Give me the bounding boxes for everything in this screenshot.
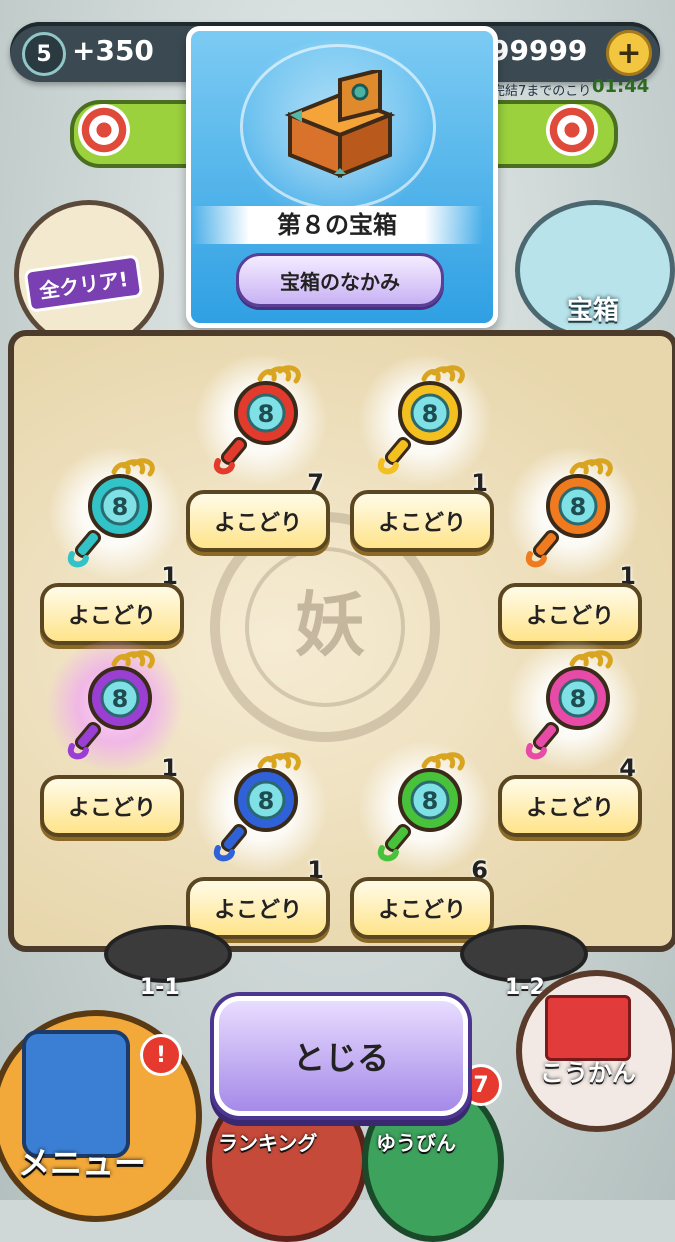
mail-label: ゆうびん: [376, 1131, 456, 1155]
medal-item: 8 1 よこどり: [186, 742, 336, 939]
svg-text:8: 8: [258, 787, 275, 815]
menu-notification-badge: !: [140, 1034, 182, 1076]
target-icon: [546, 104, 598, 156]
key-medal-icon: 8: [67, 650, 155, 760]
key-medal-icon: 8: [377, 365, 465, 475]
medal-item: 8 1 よこどり: [498, 448, 648, 645]
seal-emblem-mark: 妖: [295, 584, 365, 666]
treasure-contents-button[interactable]: 宝箱のなかみ: [236, 253, 444, 307]
ranking-label: ランキング: [218, 1131, 318, 1155]
treasure-chest-label: 宝箱: [567, 296, 620, 326]
treasure-chest-icon: [284, 70, 396, 178]
target-icon: [78, 104, 130, 156]
key-medal-icon: 8: [213, 752, 301, 862]
medal-item: 8 1 よこどり: [350, 355, 500, 552]
svg-text:8: 8: [112, 493, 129, 521]
medal-item: 8 7 よこどり: [186, 355, 336, 552]
svg-text:8: 8: [112, 685, 129, 713]
level-badge: 5: [22, 32, 66, 76]
steal-button[interactable]: よこどり: [40, 583, 184, 645]
add-money-button[interactable]: +: [606, 30, 652, 76]
money-counter: 99999: [490, 34, 588, 67]
steal-button[interactable]: よこどり: [350, 490, 494, 552]
medal-item: 8 1 よこどり: [40, 448, 190, 645]
steal-button[interactable]: よこどり: [498, 583, 642, 645]
treasure-card-title: 第８の宝箱: [277, 211, 397, 239]
close-button[interactable]: とじる: [214, 996, 468, 1116]
exp-gain-text: +350: [72, 34, 154, 67]
stage-node-label: 1-1: [140, 975, 180, 1000]
medal-item: 8 6 よこどり: [350, 742, 500, 939]
svg-text:8: 8: [570, 685, 587, 713]
steal-button[interactable]: よこどり: [350, 877, 494, 939]
timer-value: 01:44: [592, 76, 650, 97]
timer-label: 完結7までのこり: [492, 84, 592, 99]
menu-label: メニュー: [18, 1144, 147, 1182]
medal-item: 8 1 よこどり: [40, 640, 190, 837]
key-medal-icon: 8: [67, 458, 155, 568]
gift-box-icon: [545, 995, 631, 1061]
steal-button[interactable]: よこどり: [40, 775, 184, 837]
key-medal-icon: 8: [213, 365, 301, 475]
steal-button[interactable]: よこどり: [186, 877, 330, 939]
key-medal-icon: 8: [525, 458, 613, 568]
steal-button[interactable]: よこどり: [498, 775, 642, 837]
steal-button[interactable]: よこどり: [186, 490, 330, 552]
svg-text:8: 8: [570, 493, 587, 521]
svg-text:8: 8: [422, 400, 439, 428]
key-medal-icon: 8: [377, 752, 465, 862]
exchange-label: こうかん: [540, 1059, 636, 1087]
svg-text:8: 8: [258, 400, 275, 428]
svg-text:8: 8: [422, 787, 439, 815]
medal-item: 8 4 よこどり: [498, 640, 648, 837]
key-medal-icon: 8: [525, 650, 613, 760]
